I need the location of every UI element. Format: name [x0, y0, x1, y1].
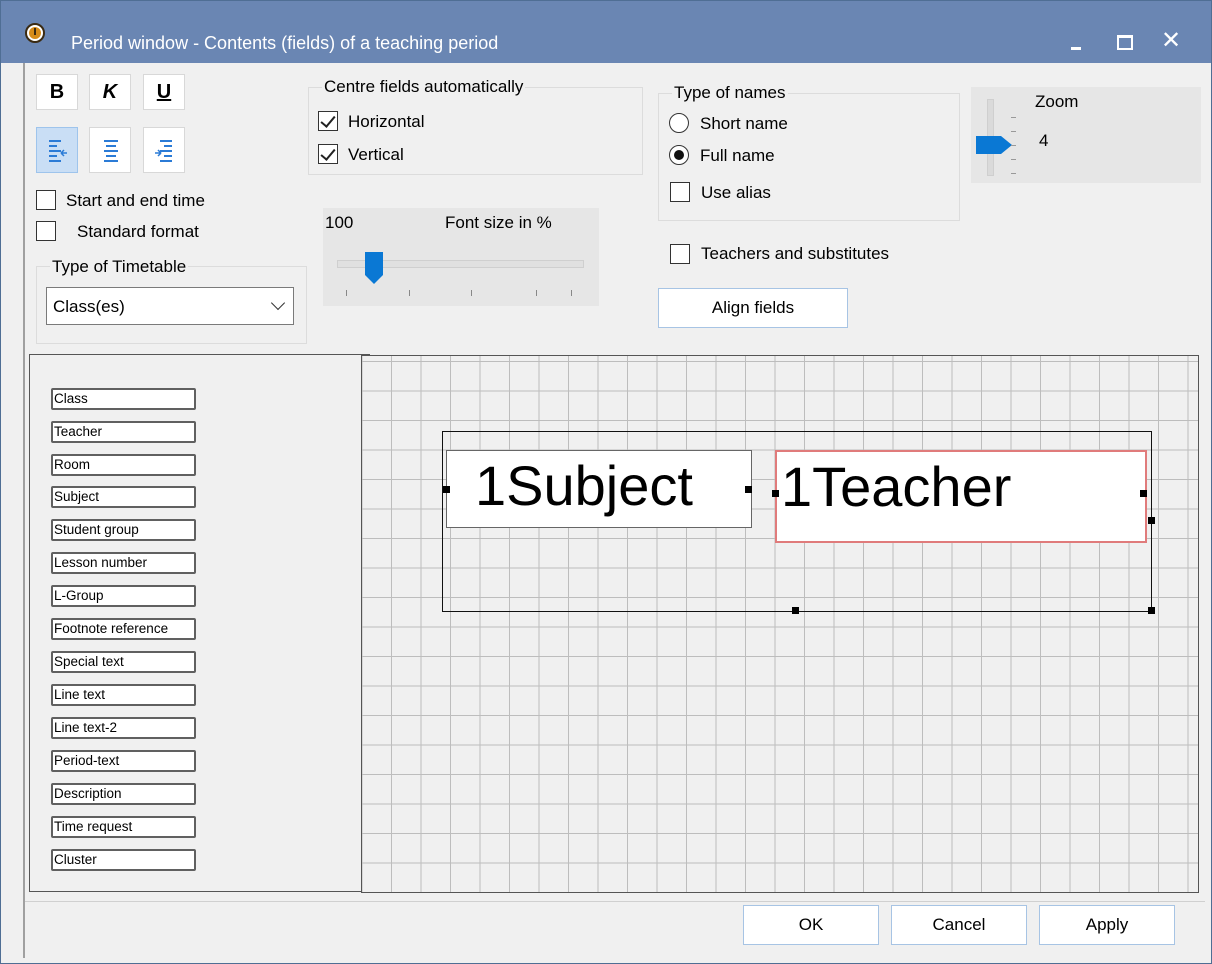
field-item-l-group[interactable]: L-Group	[51, 585, 196, 607]
field-item-line-text-2[interactable]: Line text-2	[51, 717, 196, 739]
field-item-subject[interactable]: Subject	[51, 486, 196, 508]
zoom-tick	[1011, 117, 1016, 118]
footer-divider	[25, 901, 1205, 902]
title-bar[interactable]: Period window - Contents (fields) of a t…	[1, 1, 1211, 63]
centre-fields-legend: Centre fields automatically	[322, 77, 526, 97]
fields-list-panel: Class Teacher Room Subject Student group…	[29, 354, 370, 892]
dialog-body: B K U Start and end time Standard format	[23, 63, 1205, 958]
font-size-slider-panel: 100 Font size in %	[323, 208, 599, 306]
chevron-down-icon	[270, 295, 286, 311]
field-item-time-request[interactable]: Time request	[51, 816, 196, 838]
minimize-icon[interactable]	[1059, 27, 1093, 55]
field-item-teacher[interactable]: Teacher	[51, 421, 196, 443]
font-size-slider-thumb[interactable]	[364, 251, 384, 285]
slider-tick	[571, 290, 572, 296]
zoom-tick	[1011, 173, 1016, 174]
vertical-checkbox[interactable]	[318, 144, 338, 164]
start-end-time-label: Start and end time	[66, 191, 205, 210]
horizontal-label: Horizontal	[348, 112, 425, 131]
zoom-label: Zoom	[1035, 92, 1079, 111]
field-item-student-group[interactable]: Student group	[51, 519, 196, 541]
field-item-room[interactable]: Room	[51, 454, 196, 476]
short-name-label: Short name	[700, 114, 788, 133]
field-item-lesson-number[interactable]: Lesson number	[51, 552, 196, 574]
timetable-type-select[interactable]: Class(es)	[46, 287, 294, 325]
field-item-line-text[interactable]: Line text	[51, 684, 196, 706]
full-name-radio[interactable]	[669, 145, 689, 165]
underline-button[interactable]: U	[143, 74, 185, 110]
resize-handle[interactable]	[1148, 607, 1155, 614]
bold-button[interactable]: B	[36, 74, 78, 110]
standard-format-checkbox[interactable]	[36, 221, 56, 241]
slider-tick	[536, 290, 537, 296]
vertical-label: Vertical	[348, 145, 404, 164]
align-left-icon	[49, 140, 67, 162]
timetable-type-legend: Type of Timetable	[50, 257, 189, 277]
resize-handle[interactable]	[443, 486, 450, 493]
align-right-icon	[155, 140, 172, 162]
maximize-icon[interactable]	[1109, 27, 1143, 55]
field-item-description[interactable]: Description	[51, 783, 196, 805]
align-left-button[interactable]	[36, 127, 78, 173]
field-item-footnote-reference[interactable]: Footnote reference	[51, 618, 196, 640]
short-name-radio[interactable]	[669, 113, 689, 133]
clock-icon	[25, 23, 45, 43]
timetable-type-value: Class(es)	[53, 297, 125, 316]
align-fields-button[interactable]: Align fields	[658, 288, 848, 328]
resize-handle[interactable]	[745, 486, 752, 493]
window-title: Period window - Contents (fields) of a t…	[71, 33, 499, 53]
period-window: Period window - Contents (fields) of a t…	[0, 0, 1212, 964]
resize-handle[interactable]	[772, 490, 779, 497]
align-center-button[interactable]	[89, 127, 131, 173]
zoom-tick	[1011, 131, 1016, 132]
type-of-names-legend: Type of names	[672, 83, 788, 103]
subject-field-box[interactable]: 1Subject	[446, 450, 752, 528]
ok-button[interactable]: OK	[743, 905, 879, 945]
zoom-value: 4	[1039, 131, 1049, 150]
slider-tick	[471, 290, 472, 296]
use-alias-label: Use alias	[701, 183, 771, 202]
teachers-substitutes-checkbox[interactable]	[670, 244, 690, 264]
font-size-value: 100	[325, 213, 354, 232]
resize-handle[interactable]	[1148, 517, 1155, 524]
resize-handle[interactable]	[792, 607, 799, 614]
period-preview-canvas[interactable]: 1Subject 1Teacher	[361, 355, 1199, 893]
zoom-tick	[1011, 145, 1016, 146]
use-alias-checkbox[interactable]	[670, 182, 690, 202]
field-item-period-text[interactable]: Period-text	[51, 750, 196, 772]
teachers-substitutes-label: Teachers and substitutes	[701, 244, 890, 263]
start-end-time-checkbox[interactable]	[36, 190, 56, 210]
zoom-panel: Zoom 4	[971, 87, 1201, 183]
field-item-class[interactable]: Class	[51, 388, 196, 410]
field-item-special-text[interactable]: Special text	[51, 651, 196, 673]
apply-button[interactable]: Apply	[1039, 905, 1175, 945]
font-size-label: Font size in %	[445, 213, 552, 232]
cancel-button[interactable]: Cancel	[891, 905, 1027, 945]
zoom-tick	[1011, 159, 1016, 160]
italic-button[interactable]: K	[89, 74, 131, 110]
align-center-icon	[104, 140, 118, 162]
slider-tick	[409, 290, 410, 296]
align-right-button[interactable]	[143, 127, 185, 173]
resize-handle[interactable]	[1140, 490, 1147, 497]
zoom-slider-thumb[interactable]	[975, 135, 1013, 155]
teacher-field-box[interactable]: 1Teacher	[775, 450, 1147, 543]
horizontal-checkbox[interactable]	[318, 111, 338, 131]
close-icon[interactable]: ✕	[1154, 27, 1188, 55]
standard-format-label: Standard format	[77, 222, 199, 241]
slider-tick	[346, 290, 347, 296]
full-name-label: Full name	[700, 146, 775, 165]
field-item-cluster[interactable]: Cluster	[51, 849, 196, 871]
